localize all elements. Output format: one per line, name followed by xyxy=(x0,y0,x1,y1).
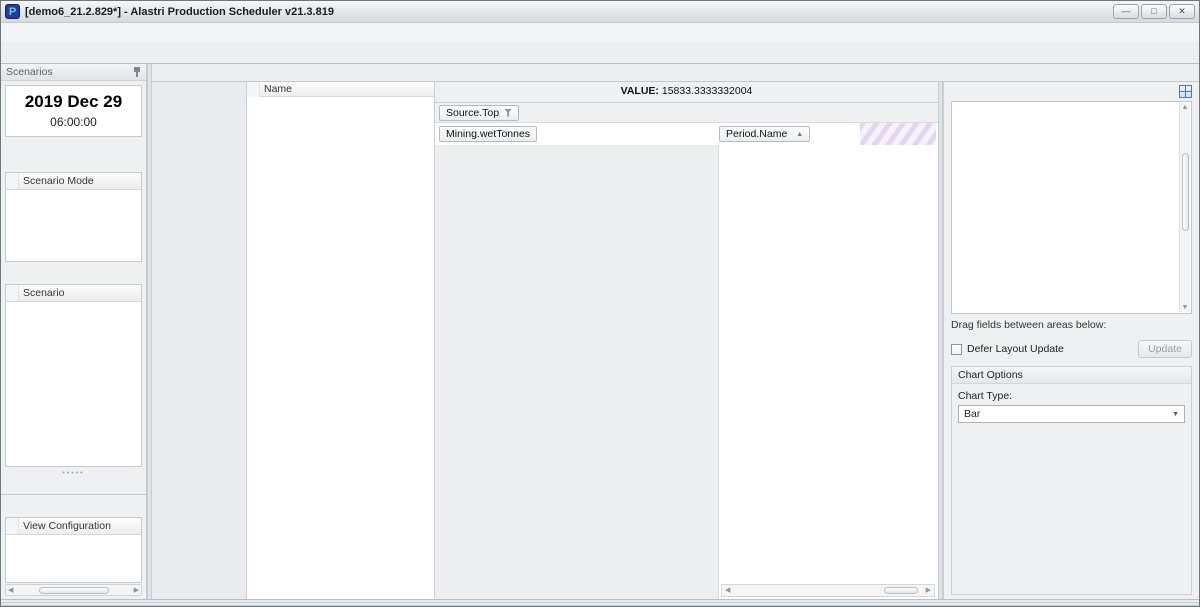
chart-type-value: Bar xyxy=(964,408,980,420)
scenario-header: Scenario xyxy=(19,285,68,301)
pivot-empty-area xyxy=(435,145,938,599)
scenario-mode-table: Scenario Mode xyxy=(5,172,142,262)
close-button[interactable]: ✕ xyxy=(1169,4,1195,19)
view-config-toolbar xyxy=(1,495,146,517)
pivot-corner-decoration xyxy=(860,123,936,145)
pivot-row-header-area xyxy=(435,145,719,599)
update-button[interactable]: Update xyxy=(1138,340,1192,358)
pivot-data-area xyxy=(719,145,938,599)
defer-layout-label: Defer Layout Update xyxy=(967,343,1064,355)
scrollbar-thumb[interactable] xyxy=(1182,153,1189,231)
chart-options-header: Chart Options xyxy=(952,367,1191,384)
defer-layout-row: Defer Layout Update Update xyxy=(951,340,1192,358)
report-tree-name-header: Name xyxy=(260,82,296,96)
title-bar: P [demo6_21.2.829*] - Alastri Production… xyxy=(1,1,1199,23)
view-config-empty-area xyxy=(6,535,141,582)
column-field-chip[interactable]: Period.Name ▲ xyxy=(719,126,810,142)
scenario-mode-header-row: Scenario Mode xyxy=(6,173,141,190)
fields-tree-scrollbar[interactable]: ▲ ▼ xyxy=(1179,103,1190,312)
schedule-clock: 2019 Dec 29 06:00:00 xyxy=(5,85,142,137)
drag-hint-text: Drag fields between areas below: xyxy=(951,319,1192,331)
maximize-button[interactable]: □ xyxy=(1141,4,1167,19)
scrollbar-thumb[interactable] xyxy=(39,587,109,594)
report-actions-panel xyxy=(152,82,247,599)
data-field-chip[interactable]: Mining.wetTonnes xyxy=(439,126,537,142)
scenarios-panel: Scenarios 2019 Dec 29 06:00:00 Scenario … xyxy=(1,64,147,599)
scroll-up-icon[interactable]: ▲ xyxy=(1182,104,1189,111)
filter-funnel-icon[interactable] xyxy=(504,109,512,117)
pivot-fields-panel: ▲ ▼ Drag fields between areas below: Def… xyxy=(943,82,1199,599)
defer-layout-checkbox[interactable] xyxy=(951,344,962,355)
pivot-header-area: Mining.wetTonnes Period.Name ▲ xyxy=(435,123,938,145)
schedule-time: 06:00:00 xyxy=(6,115,141,129)
reporting-tab-strip xyxy=(152,64,1199,82)
scroll-left-icon[interactable]: ◀ xyxy=(725,587,730,594)
schedule-area: Name VALUE: 15833.3333332004 Source.Top xyxy=(152,64,1199,599)
pivot-value: 15833.3333332004 xyxy=(662,85,753,97)
panel-splitter-handle[interactable]: ••••• xyxy=(1,469,146,477)
scenario-header-row: Scenario xyxy=(6,285,141,302)
chart-options-section: Chart Options Chart Type: Bar ▼ xyxy=(951,366,1192,595)
row-indicator-header xyxy=(247,82,260,97)
pivot-horizontal-scrollbar[interactable]: ◀ ▶ xyxy=(721,584,935,597)
view-config-tab-strip xyxy=(1,477,146,495)
pin-icon[interactable] xyxy=(133,67,141,77)
pivot-value-label: VALUE: xyxy=(621,85,659,97)
window-controls: —□✕ xyxy=(1113,4,1195,19)
scenarios-panel-header: Scenarios xyxy=(1,64,146,81)
playback-controls xyxy=(5,142,142,168)
pivot-filter-area: Source.Top xyxy=(435,103,938,123)
chevron-down-icon: ▼ xyxy=(1172,411,1179,418)
window-title: [demo6_21.2.829*] - Alastri Production S… xyxy=(25,6,334,18)
row-indicator-header xyxy=(6,173,19,189)
app-logo-icon: P xyxy=(5,4,20,19)
schedule-date: 2019 Dec 29 xyxy=(6,92,141,112)
scroll-right-icon[interactable]: ▶ xyxy=(134,587,139,594)
chart-type-label: Chart Type: xyxy=(958,390,1185,402)
sort-asc-icon: ▲ xyxy=(796,131,803,138)
scroll-right-icon[interactable]: ▶ xyxy=(926,587,931,594)
window-resize-border xyxy=(1,599,1199,606)
column-field-label: Period.Name xyxy=(726,128,787,140)
scenario-table: Scenario xyxy=(5,284,142,467)
reporting-body: Name VALUE: 15833.3333332004 Source.Top xyxy=(152,82,1199,599)
pivot-toolbar xyxy=(934,82,938,102)
scenario-toolbar xyxy=(1,262,146,284)
main-content: Scenarios 2019 Dec 29 06:00:00 Scenario … xyxy=(1,64,1199,599)
scenarios-panel-title: Scenarios xyxy=(6,66,53,78)
scenario-empty-area xyxy=(6,302,141,466)
row-indicator-header xyxy=(6,285,19,301)
layout-options-icon[interactable] xyxy=(1179,85,1192,98)
scroll-left-icon[interactable]: ◀ xyxy=(8,587,13,594)
pivot-value-readout: VALUE: 15833.3333332004 xyxy=(435,85,938,97)
filter-field-label: Source.Top xyxy=(446,107,499,119)
app-window: P [demo6_21.2.829*] - Alastri Production… xyxy=(0,0,1200,607)
view-config-header: View Configuration xyxy=(19,518,115,534)
data-field-label: Mining.wetTonnes xyxy=(446,128,530,140)
horizontal-scrollbar[interactable]: ◀ ▶ xyxy=(5,584,142,596)
minimize-button[interactable]: — xyxy=(1113,4,1139,19)
report-tree-header-row: Name xyxy=(247,82,434,97)
filter-field-chip[interactable]: Source.Top xyxy=(439,105,519,121)
chart-type-select[interactable]: Bar ▼ xyxy=(958,405,1185,423)
row-indicator-header xyxy=(6,518,19,534)
pivot-panel: VALUE: 15833.3333332004 Source.Top Minin… xyxy=(435,82,938,599)
view-config-table: View Configuration xyxy=(5,517,142,583)
scenario-mode-header: Scenario Mode xyxy=(19,173,98,189)
fields-tree: ▲ ▼ xyxy=(951,101,1192,314)
scrollbar-thumb[interactable] xyxy=(884,587,918,594)
report-tree-panel: Name xyxy=(247,82,435,599)
scroll-down-icon[interactable]: ▼ xyxy=(1182,304,1189,311)
main-tab-strip xyxy=(1,42,1199,64)
view-config-header-row: View Configuration xyxy=(6,518,141,535)
menu-bar xyxy=(1,23,1199,42)
pivot-tab-strip: VALUE: 15833.3333332004 xyxy=(435,82,938,103)
scenario-mode-empty-area xyxy=(6,190,141,261)
